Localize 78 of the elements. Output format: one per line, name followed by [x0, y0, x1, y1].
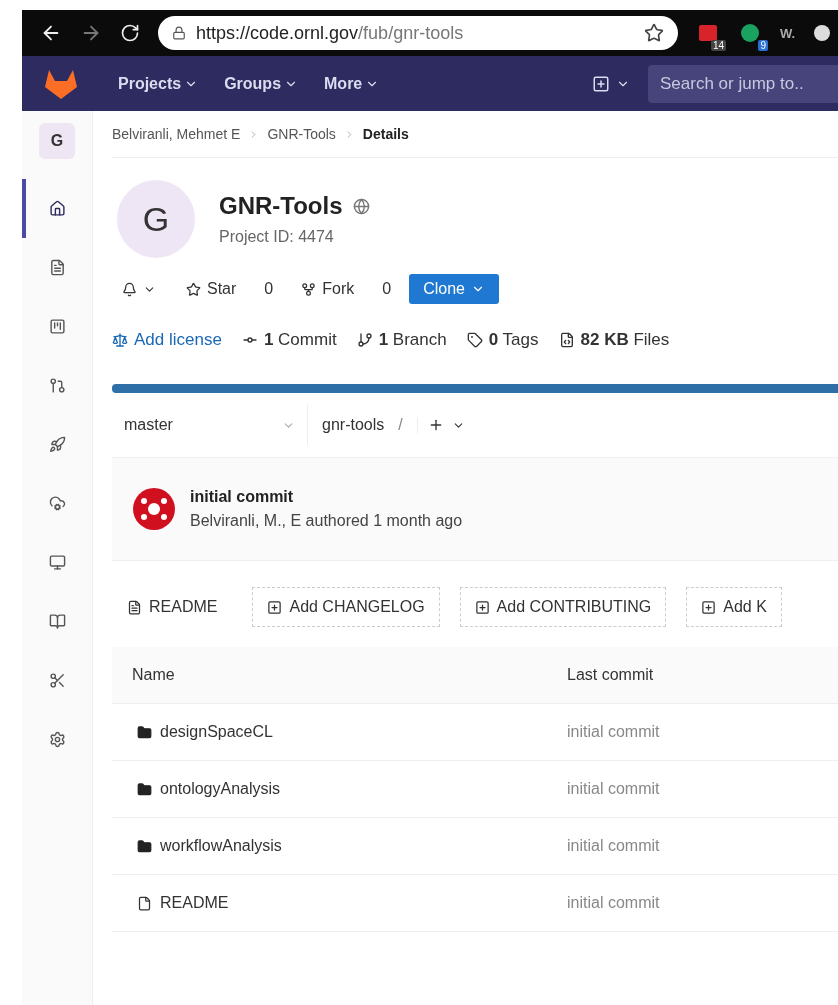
merge-request-icon [48, 377, 66, 394]
add-file-button[interactable]: Add CONTRIBUTING [459, 587, 667, 627]
new-menu-button[interactable] [592, 74, 630, 93]
fork-count: 0 [381, 279, 393, 299]
plus-icon [701, 599, 717, 615]
url-text: https://code.ornl.gov/fub/gnr-tools [196, 22, 465, 44]
plus-icon [474, 599, 490, 615]
folder-icon [137, 781, 152, 797]
add-file-button[interactable]: Add K [686, 587, 782, 627]
project-title: GNR-Tools [219, 192, 343, 220]
last-commit-link[interactable]: initial commit [567, 780, 838, 798]
repo-path[interactable]: gnr-tools [322, 416, 385, 434]
monitor-icon [48, 554, 66, 571]
stat-link[interactable]: 1 Branch [356, 330, 447, 350]
folder-icon [137, 838, 152, 854]
star-button[interactable]: Star [176, 274, 247, 304]
tag-icon [466, 332, 483, 348]
stat-link[interactable]: 82 KB Files [558, 330, 670, 350]
column-header: Last commit [567, 666, 655, 684]
file-icon [558, 332, 575, 348]
stat-link[interactable]: 1 Commit [241, 330, 337, 350]
bell-icon [122, 281, 137, 297]
lock-icon [172, 26, 186, 40]
file-name-link[interactable]: ontologyAnalysis [112, 780, 567, 798]
board-icon [48, 318, 66, 335]
file-icon [48, 259, 66, 276]
add-file-button[interactable]: Add CHANGELOG [252, 587, 440, 627]
extension-label[interactable]: W. [780, 25, 796, 41]
last-commit-link[interactable]: initial commit [567, 837, 838, 855]
notification-badge: 9 [758, 40, 768, 51]
fork-button[interactable]: Fork [291, 274, 365, 304]
reload-icon[interactable] [120, 23, 140, 43]
breadcrumb[interactable]: GNR-Tools [267, 126, 336, 142]
search-field[interactable]: Search or jump to.. [648, 64, 838, 103]
path-separator: / [398, 416, 403, 434]
file-name-link[interactable]: README [112, 894, 567, 912]
plus-icon [592, 74, 610, 93]
folder-icon [137, 724, 152, 740]
branch-dropdown[interactable]: master [112, 405, 308, 445]
branch-icon [356, 332, 373, 348]
last-commit-link[interactable]: initial commit [567, 894, 838, 912]
file-icon [127, 599, 142, 615]
star-icon [186, 281, 201, 297]
project-id: Project ID: 4474 [219, 228, 335, 246]
plus-icon [267, 599, 283, 615]
column-header: Name [131, 666, 176, 684]
book-icon [48, 613, 66, 630]
home-icon [48, 200, 66, 217]
dot-extension-icon[interactable] [740, 23, 760, 43]
settings-icon [48, 731, 66, 748]
bookmark-star-icon[interactable] [644, 23, 664, 43]
stat-link[interactable]: 0 Tags [466, 330, 539, 350]
breadcrumb[interactable]: Belviranli, Mehmet E [112, 126, 241, 142]
file-name-link[interactable]: designSpaceCL [112, 723, 567, 741]
circle-extension-icon[interactable] [813, 24, 832, 42]
globe-icon [352, 197, 370, 215]
commit-title[interactable]: initial commit [190, 488, 463, 506]
clone-button[interactable]: Clone [409, 274, 499, 304]
add-license-link[interactable]: Add license [112, 330, 222, 350]
project-avatar: G [117, 180, 195, 258]
breadcrumb[interactable]: Details [362, 126, 409, 142]
commit-author-avatar [132, 487, 176, 531]
rocket-icon [48, 436, 66, 453]
notification-badge: 14 [710, 40, 726, 51]
file-icon [137, 895, 152, 911]
scale-icon [112, 332, 128, 348]
commit-meta: Belviranli, M., E authored 1 month ago [190, 512, 463, 530]
nav-menu[interactable]: Projects [118, 74, 199, 93]
scissors-icon [48, 672, 66, 689]
file-name-link[interactable]: workflowAnalysis [112, 837, 567, 855]
nav-menu[interactable]: More [324, 74, 380, 93]
project-avatar[interactable]: G [39, 123, 75, 159]
fork-icon [301, 281, 317, 297]
last-commit-link[interactable]: initial commit [567, 723, 838, 741]
star-count: 0 [263, 279, 275, 299]
cloud-gear-icon [48, 495, 66, 512]
nav-menu[interactable]: Groups [224, 74, 299, 93]
address-bar[interactable]: https://code.ornl.gov/fub/gnr-tools [158, 16, 678, 50]
